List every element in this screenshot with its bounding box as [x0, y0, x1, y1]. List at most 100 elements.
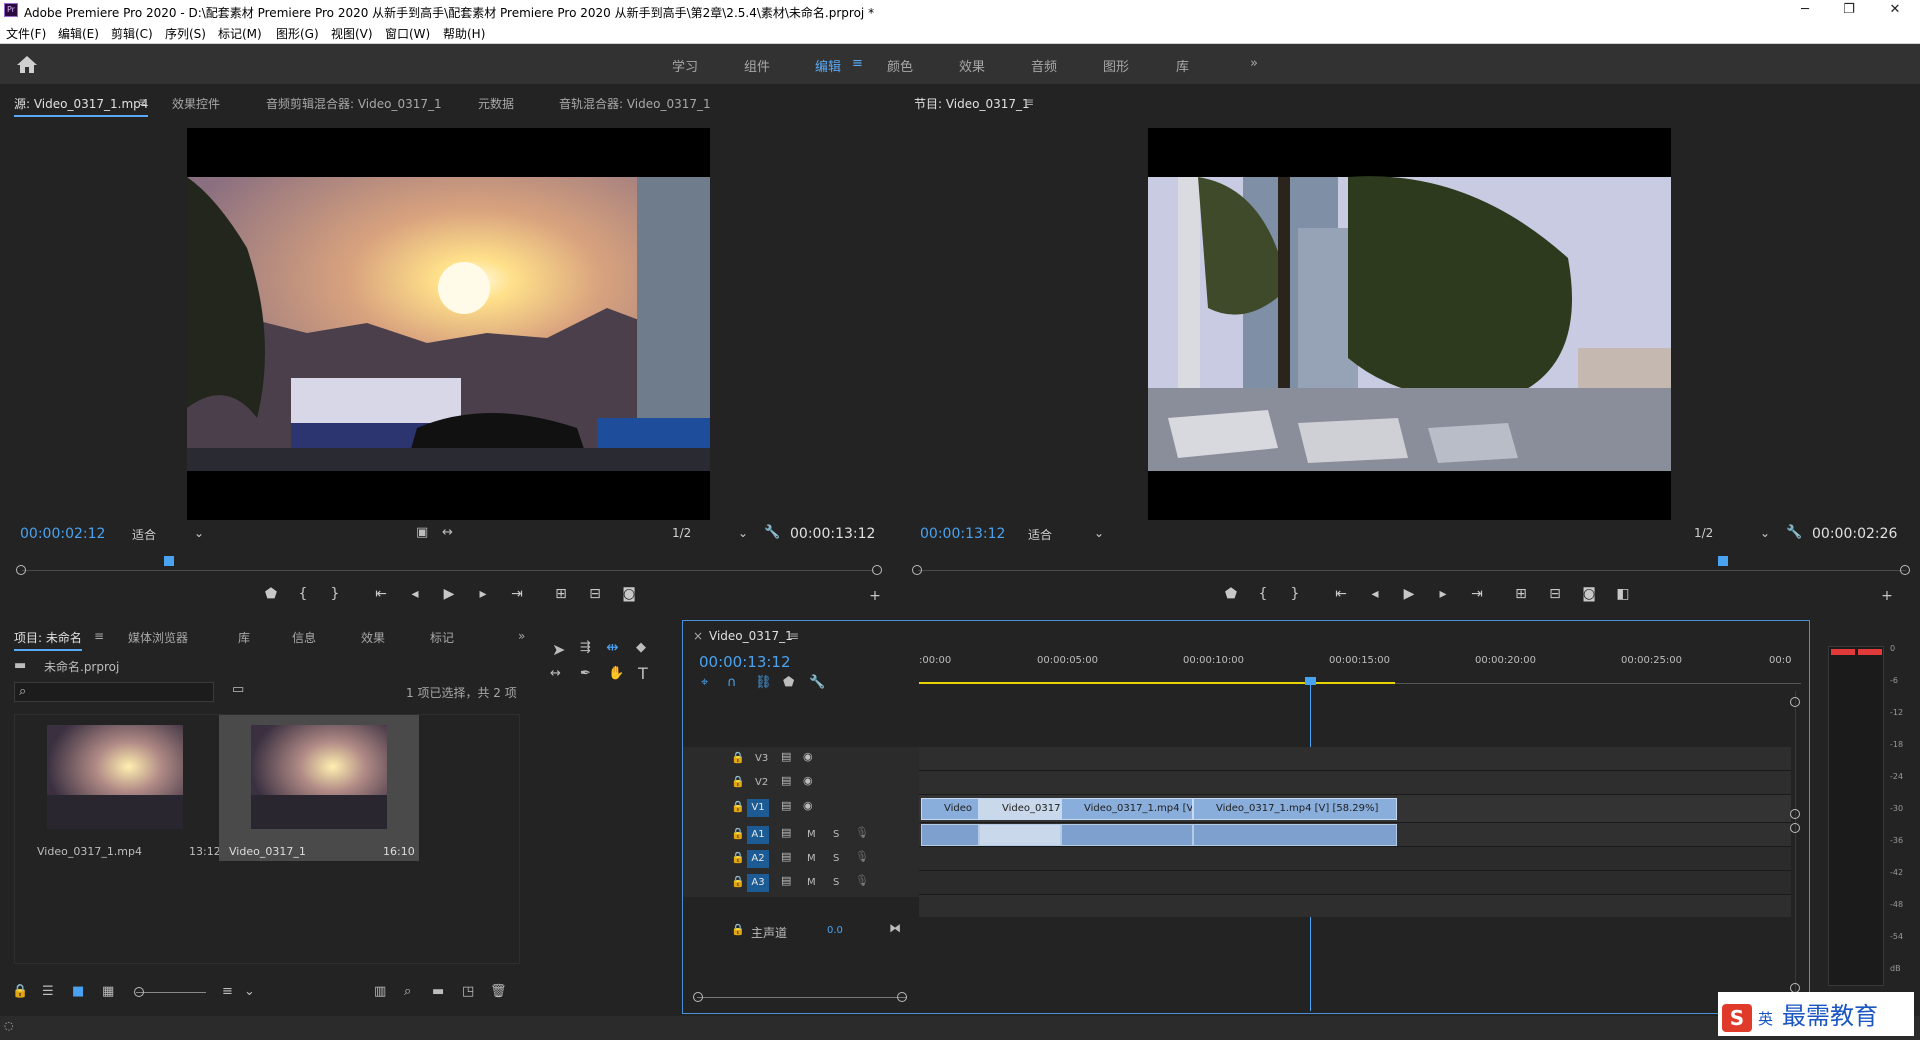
- program-playhead[interactable]: [1718, 556, 1728, 566]
- add-button-icon[interactable]: +: [864, 588, 886, 604]
- video-clip[interactable]: Video_0317_1.mp4 [V]: [1061, 798, 1193, 820]
- program-fit-dropdown[interactable]: 适合: [1028, 526, 1052, 543]
- menu-file[interactable]: 文件(F): [6, 25, 46, 42]
- audio-clip[interactable]: [1193, 824, 1397, 846]
- menu-view[interactable]: 视图(V): [331, 25, 373, 42]
- source-time-ruler[interactable]: [16, 556, 882, 576]
- linked-selection-icon[interactable]: ⛓: [755, 675, 772, 690]
- overwrite-icon[interactable]: ⊟: [584, 586, 606, 602]
- solo-button[interactable]: S: [833, 853, 839, 864]
- icon-view-icon[interactable]: ■: [72, 984, 84, 999]
- close-sequence-icon[interactable]: ×: [693, 629, 703, 643]
- razor-tool-icon[interactable]: ◆: [636, 640, 646, 655]
- nest-icon[interactable]: ⌖: [701, 675, 708, 690]
- track-target-a2[interactable]: A2: [747, 850, 769, 868]
- sort-icon[interactable]: ≡: [222, 984, 233, 999]
- scroll-handle[interactable]: [1790, 697, 1800, 707]
- selection-tool-icon[interactable]: ➤: [552, 640, 565, 659]
- mark-in-icon[interactable]: {: [1252, 586, 1274, 602]
- lock-icon[interactable]: 🔒: [731, 923, 745, 936]
- microphone-icon[interactable]: 🎙: [855, 826, 869, 839]
- tab-project[interactable]: 项目: 未命名: [14, 629, 82, 651]
- menu-window[interactable]: 窗口(W): [385, 25, 430, 42]
- new-bin-from-search-icon[interactable]: ▭: [232, 682, 244, 697]
- play-icon[interactable]: ▶: [438, 586, 460, 602]
- chevron-down-icon[interactable]: ⌄: [244, 984, 255, 999]
- hand-tool-icon[interactable]: ✋: [608, 666, 624, 681]
- track-v3[interactable]: [919, 747, 1791, 771]
- zoom-handle-left[interactable]: [912, 565, 922, 575]
- lock-icon[interactable]: 🔒: [731, 751, 745, 764]
- play-icon[interactable]: ▶: [1398, 586, 1420, 602]
- tab-source-menu-icon[interactable]: ≡: [138, 95, 148, 109]
- sync-lock-icon[interactable]: ▤: [781, 774, 791, 787]
- extract-icon[interactable]: ⊟: [1544, 586, 1566, 602]
- mute-button[interactable]: M: [807, 877, 816, 888]
- sync-lock-icon[interactable]: ▤: [781, 850, 791, 863]
- track-target-a3[interactable]: A3: [747, 874, 769, 892]
- chevron-down-icon[interactable]: ⌄: [738, 526, 748, 540]
- new-item-icon[interactable]: ◳: [462, 984, 474, 999]
- tab-audio-track-mixer[interactable]: 音轨混合器: Video_0317_1: [559, 95, 711, 112]
- lock-icon[interactable]: 🔒: [731, 775, 745, 788]
- solo-button[interactable]: S: [833, 877, 839, 888]
- track-target-a1[interactable]: A1: [747, 826, 769, 844]
- add-marker-icon[interactable]: ⬟: [260, 586, 282, 602]
- workspace-color[interactable]: 颜色: [887, 56, 913, 75]
- tab-sequence-menu-icon[interactable]: ≡: [789, 629, 799, 643]
- workspace-assembly[interactable]: 组件: [744, 56, 770, 75]
- audio-clip[interactable]: [979, 824, 1061, 846]
- go-to-out-icon[interactable]: ⇥: [1466, 586, 1488, 602]
- menu-clip[interactable]: 剪辑(C): [111, 25, 153, 42]
- source-drag-icon[interactable]: ↔: [442, 525, 453, 540]
- workspace-graphics[interactable]: 图形: [1103, 56, 1129, 75]
- menu-help[interactable]: 帮助(H): [443, 25, 485, 42]
- zoom-handle-right[interactable]: [1900, 565, 1910, 575]
- menu-sequence[interactable]: 序列(S): [165, 25, 206, 42]
- program-time-ruler[interactable]: [912, 556, 1912, 576]
- program-current-timecode[interactable]: 00:00:13:12: [920, 526, 1005, 542]
- lock-icon[interactable]: 🔒: [731, 827, 745, 840]
- microphone-icon[interactable]: 🎙: [855, 850, 869, 863]
- video-clip[interactable]: Video: [921, 798, 979, 820]
- compare-view-icon[interactable]: ◧: [1612, 586, 1634, 602]
- track-v2[interactable]: [919, 771, 1791, 795]
- go-to-in-icon[interactable]: ⇤: [1330, 586, 1352, 602]
- minimize-button[interactable]: ─: [1782, 0, 1828, 22]
- source-insert-icon[interactable]: ▣: [416, 525, 428, 540]
- tab-audio-clip-mixer[interactable]: 音频剪辑混合器: Video_0317_1: [266, 95, 442, 112]
- go-to-end-icon[interactable]: ⧓: [889, 921, 901, 935]
- lock-icon[interactable]: 🔒: [731, 800, 745, 813]
- add-button-icon[interactable]: +: [1876, 588, 1898, 604]
- workspace-libraries[interactable]: 库: [1176, 56, 1189, 75]
- timeline-ruler[interactable]: :00:00 00:00:05:00 00:00:10:00 00:00:15:…: [919, 649, 1801, 693]
- track-a3[interactable]: [919, 871, 1791, 895]
- project-search-input[interactable]: ⌕: [14, 682, 214, 702]
- insert-icon[interactable]: ⊞: [550, 586, 572, 602]
- tab-program[interactable]: 节目: Video_0317_1: [914, 95, 1030, 115]
- mark-in-icon[interactable]: {: [292, 586, 314, 602]
- scroll-handle[interactable]: [897, 992, 907, 1002]
- audio-clip[interactable]: [1061, 824, 1193, 846]
- program-resolution-dropdown[interactable]: 1/2: [1694, 526, 1713, 540]
- zoom-slider-handle[interactable]: [134, 987, 144, 997]
- tab-media-browser[interactable]: 媒体浏览器: [128, 629, 188, 646]
- tab-program-menu-icon[interactable]: ≡: [1024, 95, 1034, 109]
- track-target-v1[interactable]: V1: [747, 799, 769, 817]
- mute-button[interactable]: M: [807, 853, 816, 864]
- pen-tool-icon[interactable]: ✒: [580, 666, 591, 681]
- more-tabs-icon[interactable]: »: [518, 629, 525, 643]
- go-to-out-icon[interactable]: ⇥: [506, 586, 528, 602]
- sync-lock-icon[interactable]: ▤: [781, 874, 791, 887]
- scroll-handle[interactable]: [1790, 823, 1800, 833]
- trash-icon[interactable]: 🗑: [490, 984, 507, 999]
- go-to-in-icon[interactable]: ⇤: [370, 586, 392, 602]
- restore-button[interactable]: ❐: [1826, 0, 1872, 22]
- eye-icon[interactable]: ◉: [803, 774, 813, 787]
- mute-button[interactable]: M: [807, 829, 816, 840]
- step-back-icon[interactable]: ◂: [1364, 586, 1386, 602]
- chevron-down-icon[interactable]: ⌄: [194, 526, 204, 540]
- vertical-scrollbar[interactable]: [1795, 691, 1796, 1011]
- wrench-icon[interactable]: 🔧: [1786, 525, 1802, 540]
- zoom-handle-left[interactable]: [16, 565, 26, 575]
